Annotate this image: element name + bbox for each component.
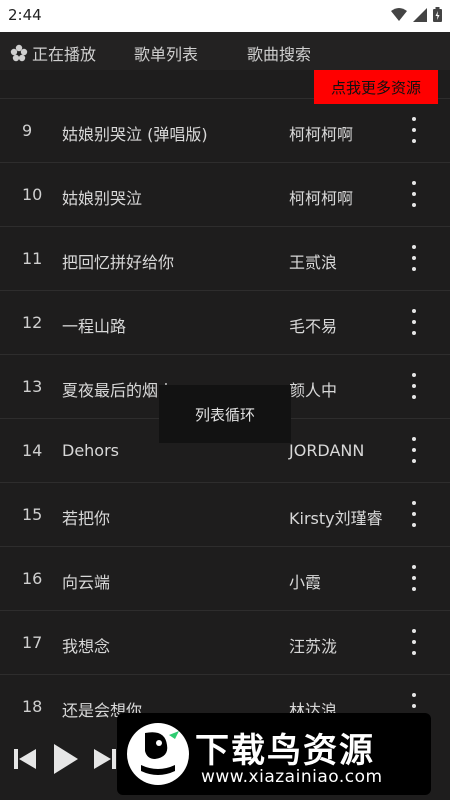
status-bar: 2:44 [0,0,450,32]
song-artist: 毛不易 [289,317,338,336]
song-number: 12 [22,313,43,332]
watermark-title: 下载鸟资源 [195,731,375,771]
more-options-icon[interactable] [404,373,424,399]
flower-icon [10,44,28,62]
bird-logo-icon [127,723,189,785]
song-artist: JORDANN [289,441,365,460]
signal-icon [413,7,427,22]
more-options-icon[interactable] [404,245,424,271]
more-options-icon[interactable] [404,501,424,527]
song-title: Dehors [62,441,120,460]
song-number: 17 [22,633,43,652]
tab-song-search-label: 歌曲搜索 [247,45,312,64]
song-row[interactable]: 11 把回忆拼好给你 王贰浪 [0,226,450,290]
previous-icon[interactable] [12,746,38,772]
song-title: 一程山路 [62,317,127,336]
play-icon[interactable] [52,742,80,776]
song-title: 姑娘别哭泣 (弹唱版) [62,125,208,144]
song-number: 9 [22,121,33,140]
song-number: 11 [22,249,43,268]
more-options-icon[interactable] [404,629,424,655]
song-title: 把回忆拼好给你 [62,253,175,272]
song-number: 13 [22,377,43,396]
song-row[interactable]: 10 姑娘别哭泣 柯柯柯啊 [0,162,450,226]
song-artist: 汪苏泷 [289,637,338,656]
status-icons [391,7,442,22]
song-artist: 小霞 [289,573,322,592]
tab-now-playing[interactable]: 正在播放 [10,41,96,65]
song-artist: 王贰浪 [289,253,338,272]
song-number: 18 [22,697,43,716]
song-number: 15 [22,505,43,524]
song-number: 14 [22,441,43,460]
song-title: 向云端 [62,573,111,592]
tab-playlist[interactable]: 歌单列表 [134,41,198,65]
tab-playlist-label: 歌单列表 [134,45,199,64]
more-resources-button[interactable]: 点我更多资源 [314,70,438,104]
tab-song-search[interactable]: 歌曲搜索 [247,41,311,65]
song-title: 夏夜最后的烟火 [62,381,175,400]
tab-now-playing-label: 正在播放 [32,45,97,64]
more-options-icon[interactable] [404,181,424,207]
status-time: 2:44 [8,6,42,24]
next-icon[interactable] [92,746,118,772]
watermark-url: www.xiazainiao.com [201,767,383,787]
loop-mode-toast: 列表循环 [159,385,291,443]
song-artist: 柯柯柯啊 [289,189,354,208]
more-options-icon[interactable] [404,309,424,335]
song-number: 10 [22,185,43,204]
song-title: 姑娘别哭泣 [62,189,143,208]
wifi-icon [391,7,407,21]
more-options-icon[interactable] [404,117,424,143]
song-row[interactable]: 9 姑娘别哭泣 (弹唱版) 柯柯柯啊 [0,98,450,162]
song-row[interactable]: 12 一程山路 毛不易 [0,290,450,354]
song-artist: Kirsty刘瑾睿 [289,509,383,528]
more-options-icon[interactable] [404,565,424,591]
song-number: 16 [22,569,43,588]
song-artist: 柯柯柯啊 [289,125,354,144]
song-row[interactable]: 16 向云端 小霞 [0,546,450,610]
song-row[interactable]: 15 若把你 Kirsty刘瑾睿 [0,482,450,546]
song-artist: 颜人中 [289,381,338,400]
more-options-icon[interactable] [404,437,424,463]
battery-icon [433,7,442,22]
song-title: 我想念 [62,637,111,656]
song-row[interactable]: 17 我想念 汪苏泷 [0,610,450,674]
song-title: 若把你 [62,509,111,528]
watermark: 下载鸟资源 www.xiazainiao.com [117,713,431,795]
nav-header: 正在播放 歌单列表 歌曲搜索 [0,32,450,70]
